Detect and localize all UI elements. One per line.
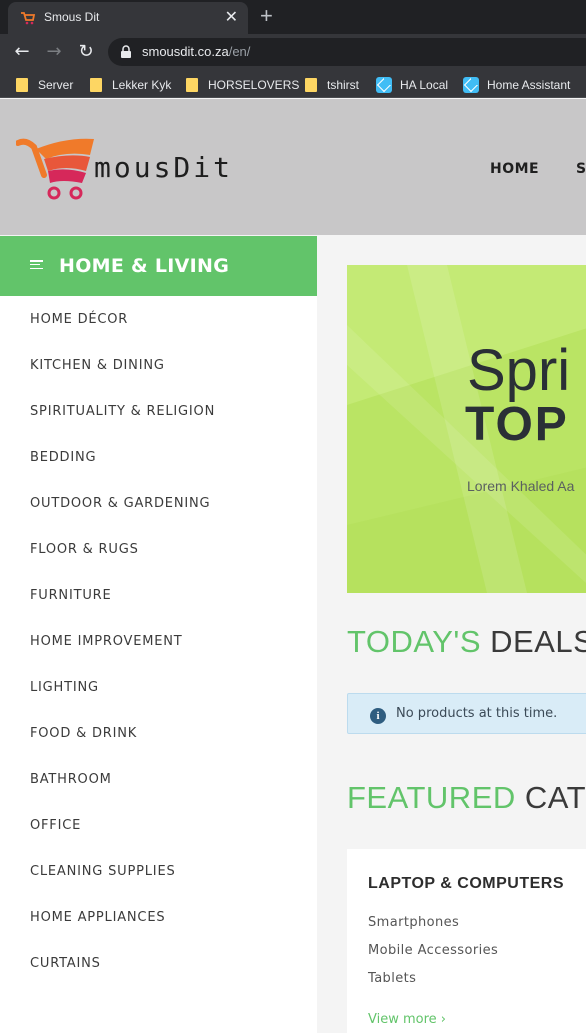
sidebar-header[interactable]: HOME & LIVING (0, 236, 317, 296)
nav-home[interactable]: HOME (490, 161, 539, 177)
category-card-title[interactable]: LAPTOP & COMPUTERS (368, 875, 564, 893)
sidebar-item-home-improvement[interactable]: HOME IMPROVEMENT (30, 634, 183, 649)
title-highlight: TODAY'S (347, 624, 482, 659)
main-content: Spri TOP Lorem Khaled Aa TODAY'S DEALS i… (317, 236, 586, 1033)
bookmark-label: Server (38, 78, 74, 92)
sidebar-item-furniture[interactable]: FURNITURE (30, 588, 112, 603)
hero-banner[interactable]: Spri TOP Lorem Khaled Aa (347, 265, 586, 593)
category-link[interactable]: Mobile Accessories (368, 943, 498, 958)
bookmark-home-assistant[interactable]: Home Assistant (463, 76, 570, 94)
browser-tab[interactable]: Smous Dit ✕ (8, 2, 248, 34)
bookmark-ha-local[interactable]: HA Local (376, 76, 448, 94)
alert-message: No products at this time. (396, 706, 558, 721)
category-link[interactable]: Tablets (368, 971, 416, 986)
logo-text: mousDit (94, 151, 234, 184)
bookmark-horselovers[interactable]: HORSELOVERS (186, 76, 299, 94)
featured-categories-title: FEATURED CATE (347, 780, 586, 816)
title-rest: DEALS (490, 624, 586, 659)
shopping-cart-logo-icon (16, 138, 94, 200)
info-icon: i (370, 708, 386, 724)
sidebar-item-home-appliances[interactable]: HOME APPLIANCES (30, 910, 165, 925)
bookmark-label: HORSELOVERS (208, 78, 300, 92)
hero-headline: Spri (467, 338, 571, 403)
url-text: smousdit.co.za/en/ (142, 44, 250, 59)
home-assistant-icon (376, 77, 392, 93)
sidebar-item-outdoor-gardening[interactable]: OUTDOOR & GARDENING (30, 496, 210, 511)
site-logo[interactable]: mousDit (16, 135, 230, 203)
category-card: LAPTOP & COMPUTERS Smartphones Mobile Ac… (347, 849, 586, 1033)
bookmark-label: Lekker Kyk (112, 78, 172, 92)
tab-title: Smous Dit (44, 10, 100, 24)
sidebar-item-home-decor[interactable]: HOME DÉCOR (30, 312, 128, 327)
site-header: mousDit HOME S (0, 99, 586, 235)
address-bar[interactable]: smousdit.co.za/en/ (108, 38, 586, 66)
sidebar-item-bathroom[interactable]: BATHROOM (30, 772, 112, 787)
sidebar-item-curtains[interactable]: CURTAINS (30, 956, 101, 971)
bookmark-label: HA Local (400, 78, 449, 92)
category-sidebar: HOME & LIVING HOME DÉCOR KITCHEN & DININ… (0, 236, 317, 1033)
folder-icon (90, 78, 102, 92)
forward-arrow-icon[interactable]: → (43, 41, 65, 63)
back-arrow-icon[interactable]: ← (11, 41, 33, 63)
sidebar-item-bedding[interactable]: BEDDING (30, 450, 96, 465)
bookmark-lekker-kyk[interactable]: Lekker Kyk (90, 76, 171, 94)
sidebar-item-cleaning-supplies[interactable]: CLEANING SUPPLIES (30, 864, 176, 879)
sidebar-item-floor-rugs[interactable]: FLOOR & RUGS (30, 542, 139, 557)
home-assistant-icon (463, 77, 479, 93)
sidebar-item-office[interactable]: OFFICE (30, 818, 81, 833)
url-path: /en/ (228, 44, 251, 59)
category-link[interactable]: Smartphones (368, 915, 459, 930)
sidebar-item-kitchen-dining[interactable]: KITCHEN & DINING (30, 358, 165, 373)
sidebar-item-food-drink[interactable]: FOOD & DRINK (30, 726, 137, 741)
folder-icon (16, 78, 28, 92)
cart-favicon-icon (21, 12, 36, 25)
new-tab-button[interactable]: + (260, 3, 273, 29)
bookmark-label: Home Assistant (487, 78, 571, 92)
todays-deals-title: TODAY'S DEALS (347, 624, 586, 660)
title-rest: CATE (524, 780, 586, 815)
bookmarks-bar: Server Lekker Kyk HORSELOVERS tshirst HA… (0, 70, 586, 98)
title-highlight: FEATURED (347, 780, 516, 815)
sidebar-title: HOME & LIVING (59, 255, 230, 277)
hero-subheadline: TOP (465, 398, 569, 451)
no-products-alert: i No products at this time. (347, 693, 586, 734)
view-more-link[interactable]: View more › (368, 1012, 446, 1027)
reload-icon[interactable]: ↻ (75, 41, 97, 63)
sidebar-item-lighting[interactable]: LIGHTING (30, 680, 99, 695)
hero-body-text: Lorem Khaled Aa (467, 478, 575, 494)
lock-icon (121, 45, 131, 58)
folder-icon (186, 78, 198, 92)
menu-lines-icon (30, 260, 43, 270)
browser-tab-strip: Smous Dit ✕ + (0, 0, 586, 34)
folder-icon (305, 78, 317, 92)
nav-item-truncated[interactable]: S (576, 161, 586, 177)
bookmark-server[interactable]: Server (16, 76, 73, 94)
url-host: smousdit.co.za (142, 44, 229, 59)
bookmark-tshirst[interactable]: tshirst (305, 76, 359, 94)
browser-toolbar: ← → ↻ smousdit.co.za/en/ (0, 34, 586, 70)
sidebar-item-spirituality[interactable]: SPIRITUALITY & RELIGION (30, 404, 215, 419)
bookmark-label: tshirst (327, 78, 360, 92)
tab-close-icon[interactable]: ✕ (225, 7, 238, 26)
